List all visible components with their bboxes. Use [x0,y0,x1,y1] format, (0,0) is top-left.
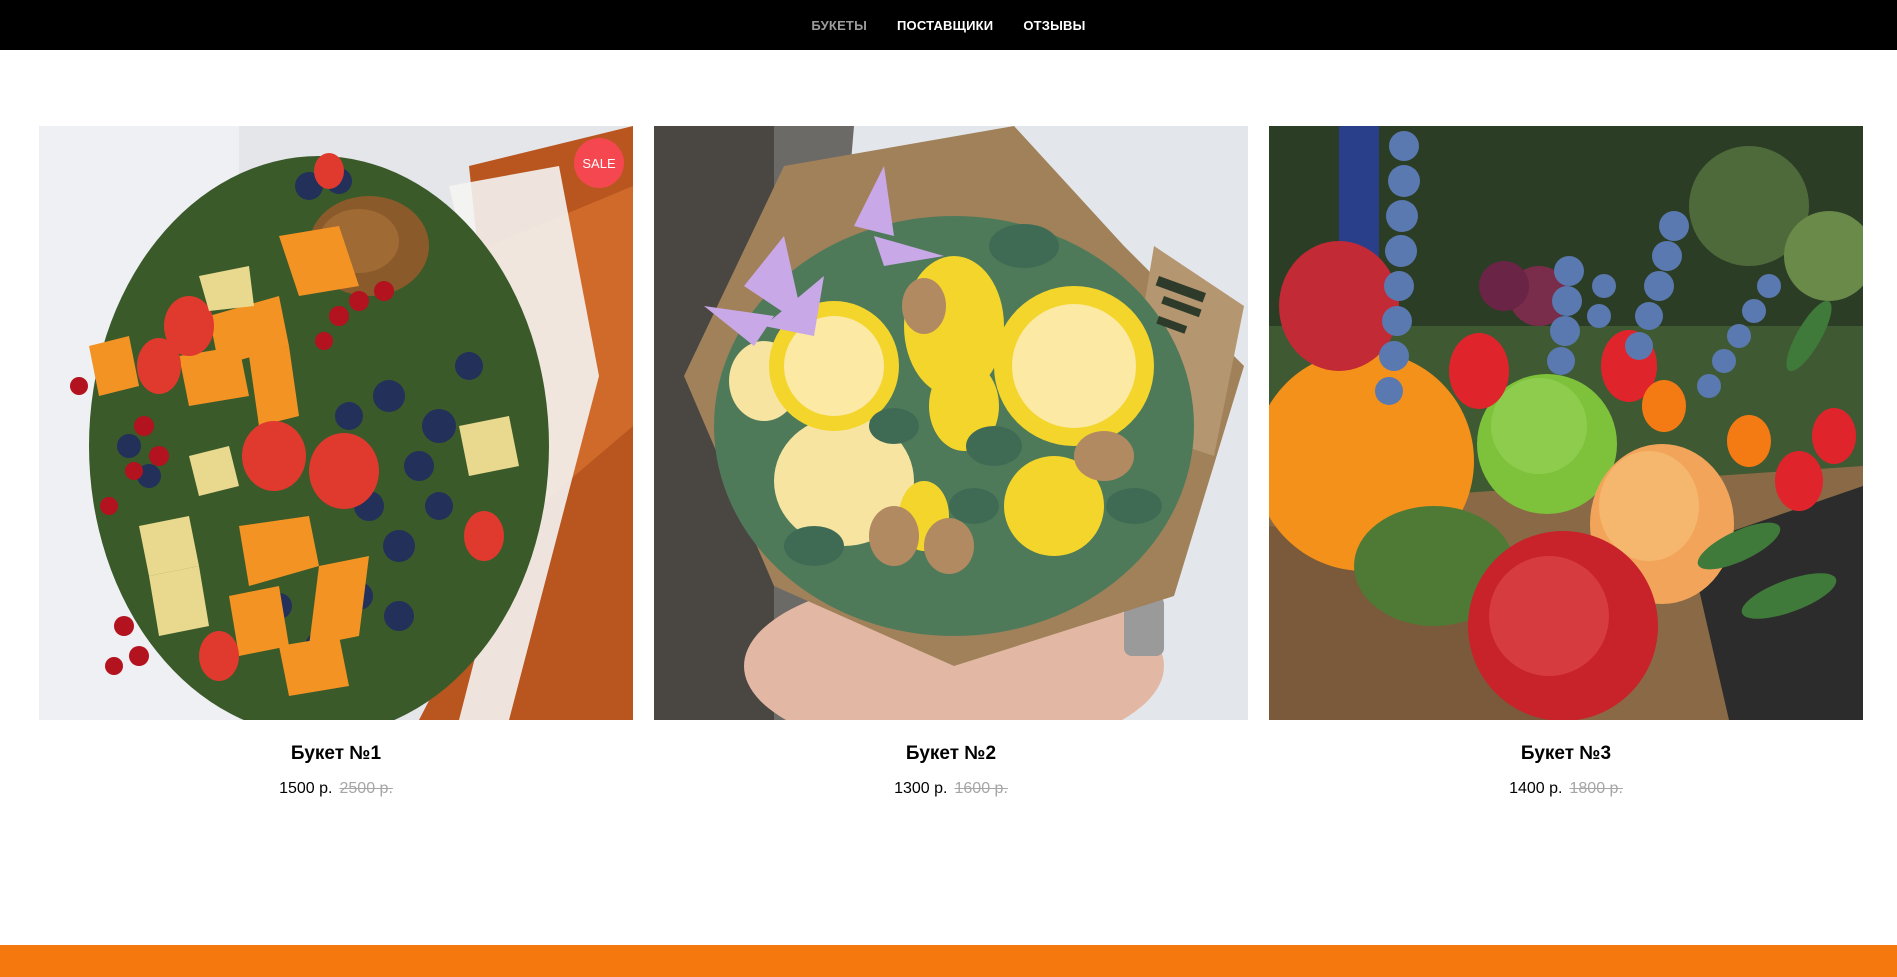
old-price: 1800 р. [1569,780,1623,797]
product-card-1: SALE Букет №1 1500 р. 2500 р. [39,126,633,798]
nav-link-suppliers[interactable]: ПОСТАВЩИКИ [897,18,993,33]
bouquet-1-illustration [39,126,633,720]
product-prices: 1300 р. 1600 р. [894,780,1008,798]
sale-badge: SALE [574,138,624,188]
product-prices: 1500 р. 2500 р. [279,780,393,798]
product-grid: SALE Букет №1 1500 р. 2500 р. Букет №2 1… [39,126,1863,798]
product-image-2[interactable] [654,126,1248,720]
bouquet-2-illustration [654,126,1248,720]
nav-link-reviews[interactable]: ОТЗЫВЫ [1023,18,1085,33]
top-nav-bar: БУКЕТЫ ПОСТАВЩИКИ ОТЗЫВЫ [0,0,1897,50]
nav-link-bouquets[interactable]: БУКЕТЫ [811,18,867,33]
product-card-2: Букет №2 1300 р. 1600 р. [654,126,1248,798]
bouquet-3-illustration [1269,126,1863,720]
old-price: 1600 р. [954,780,1008,797]
footer-band [0,945,1897,977]
product-title[interactable]: Букет №3 [1521,743,1611,765]
price: 1400 р. [1509,780,1563,797]
product-prices: 1400 р. 1800 р. [1509,780,1623,798]
price: 1500 р. [279,780,333,797]
price: 1300 р. [894,780,948,797]
product-card-3: Букет №3 1400 р. 1800 р. [1269,126,1863,798]
product-image-1[interactable]: SALE [39,126,633,720]
product-image-3[interactable] [1269,126,1863,720]
product-title[interactable]: Букет №2 [906,743,996,765]
product-title[interactable]: Букет №1 [291,743,381,765]
old-price: 2500 р. [339,780,393,797]
